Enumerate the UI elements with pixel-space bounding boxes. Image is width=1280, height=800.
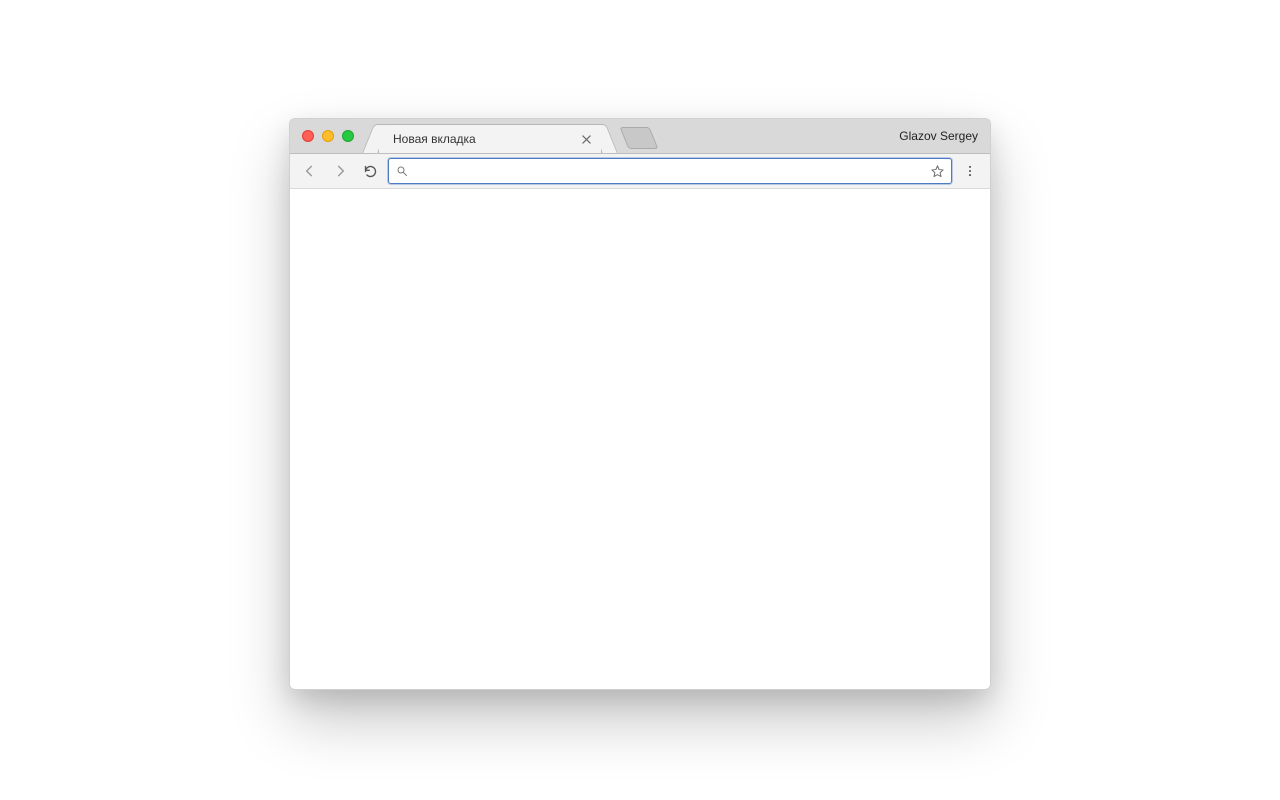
- window-close-button[interactable]: [302, 130, 314, 142]
- window-zoom-button[interactable]: [342, 130, 354, 142]
- back-button[interactable]: [298, 159, 322, 183]
- window-controls: [290, 119, 364, 153]
- search-icon: [393, 165, 411, 177]
- new-tab-button[interactable]: [620, 127, 659, 149]
- browser-menu-button[interactable]: [958, 159, 982, 183]
- browser-window: Новая вкладка Glazov Sergey: [289, 118, 991, 690]
- tab-label: Новая вкладка: [393, 132, 571, 146]
- forward-button[interactable]: [328, 159, 352, 183]
- tab-strip: Новая вкладка Glazov Sergey: [290, 119, 990, 154]
- arrow-left-icon: [302, 163, 318, 179]
- tab-active[interactable]: Новая вкладка: [378, 124, 602, 153]
- bookmark-star-icon[interactable]: [927, 164, 947, 179]
- page-content: [290, 189, 990, 689]
- arrow-right-icon: [332, 163, 348, 179]
- more-vertical-icon: [963, 164, 977, 178]
- toolbar: [290, 154, 990, 189]
- address-input[interactable]: [411, 164, 927, 179]
- profile-name-label: Glazov Sergey: [899, 129, 978, 143]
- tab-close-icon[interactable]: [579, 132, 593, 146]
- reload-icon: [363, 164, 378, 179]
- profile-button[interactable]: Glazov Sergey: [899, 119, 978, 153]
- reload-button[interactable]: [358, 159, 382, 183]
- window-minimize-button[interactable]: [322, 130, 334, 142]
- address-bar[interactable]: [388, 158, 952, 184]
